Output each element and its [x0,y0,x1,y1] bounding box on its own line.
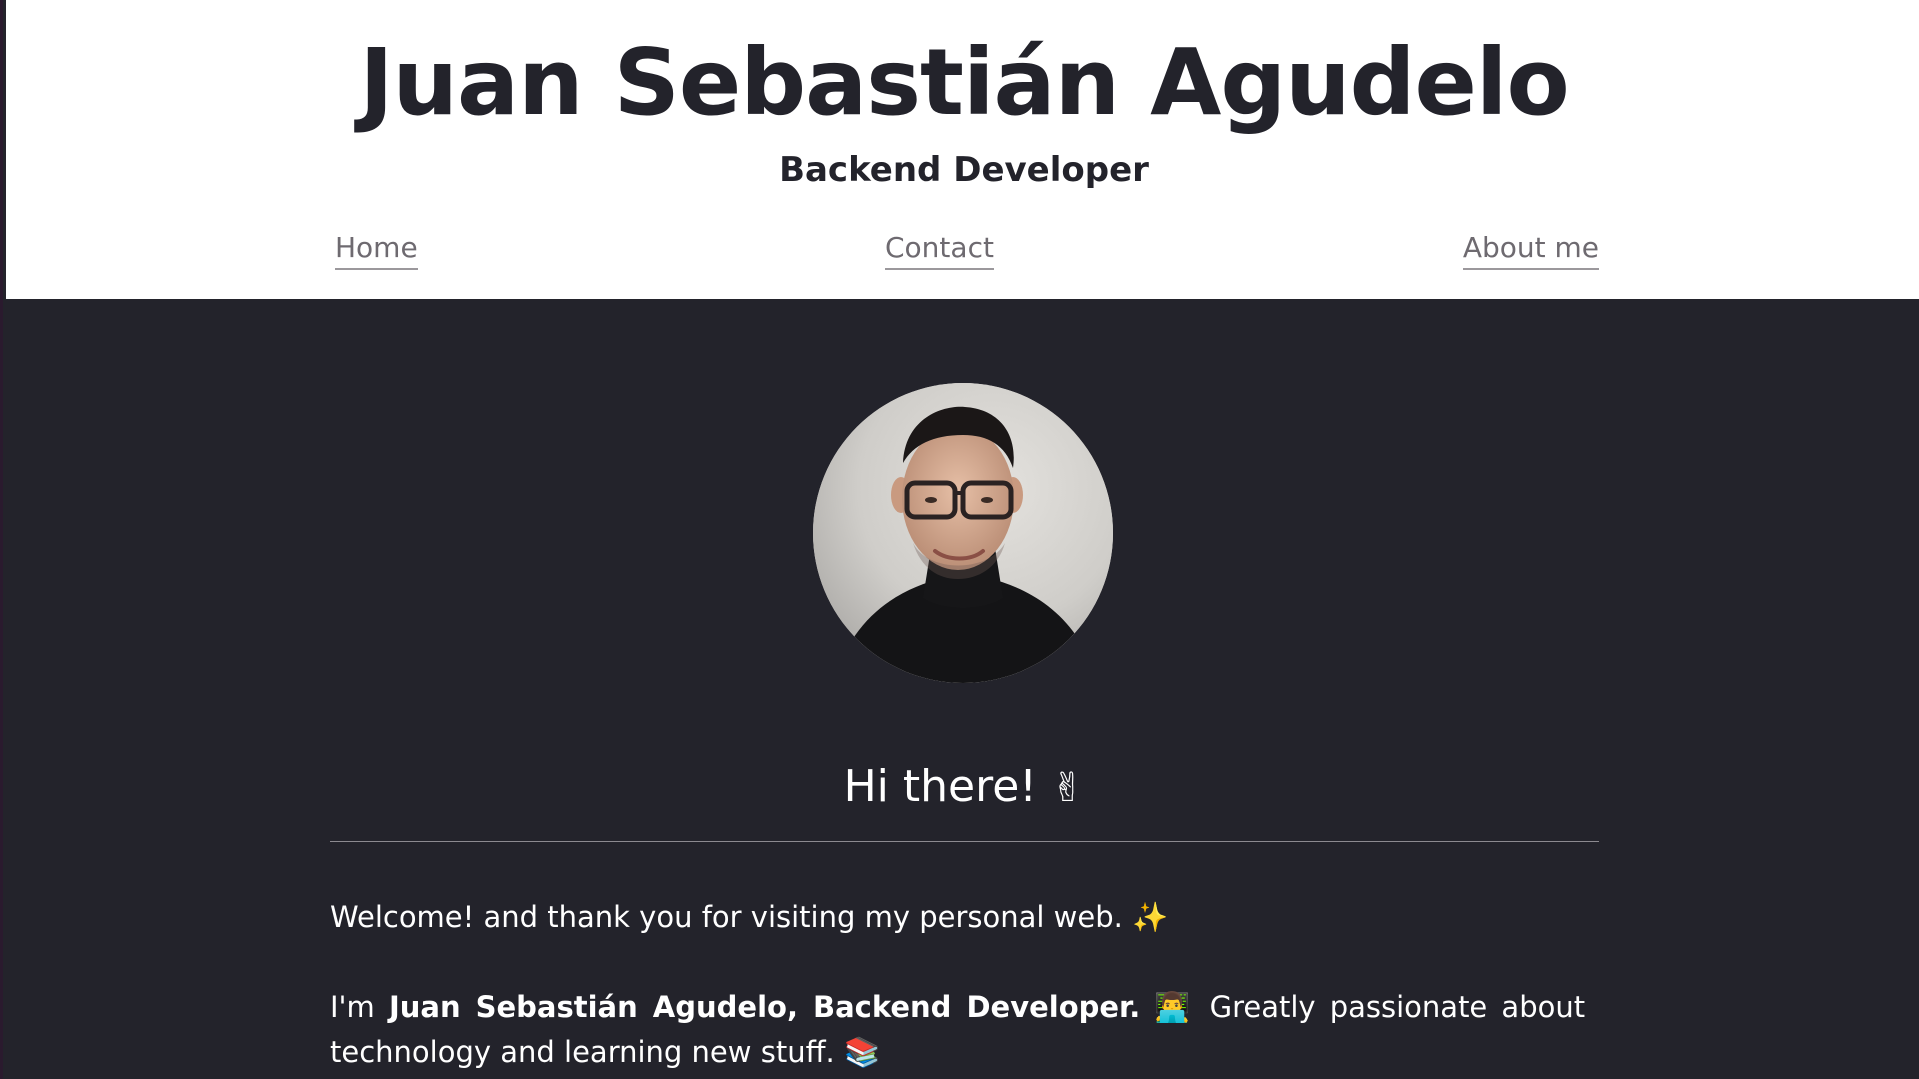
intro-prefix: I'm [330,990,375,1024]
main-content: Hi there! ✌ Welcome! and thank you for v… [6,299,1919,1079]
welcome-paragraph: Welcome! and thank you for visiting my p… [330,895,1590,940]
site-header: Juan Sebastián Agudelo Backend Developer… [6,0,1919,299]
books-icon: 📚 [844,1035,881,1069]
technologist-icon: 👨‍💻 [1154,990,1196,1024]
intro-bold: Juan Sebastián Agudelo, Backend Develope… [388,990,1141,1024]
profile-photo [813,383,1113,683]
intro-paragraph: I'm Juan Sebastián Agudelo, Backend Deve… [330,985,1590,1075]
avatar [813,383,1113,683]
greeting-heading: Hi there! ✌ [6,757,1919,818]
sparkles-icon: ✨ [1132,900,1169,934]
nav-link-home[interactable]: Home [335,228,418,270]
main-nav: Home Contact About me [331,228,1599,272]
victory-hand-icon: ✌ [1050,765,1085,811]
divider [330,841,1599,842]
nav-link-about-me[interactable]: About me [1462,228,1599,270]
page: Juan Sebastián Agudelo Backend Developer… [0,0,1919,1079]
site-title: Juan Sebastián Agudelo [359,29,1569,136]
welcome-text: Welcome! and thank you for visiting my p… [330,900,1123,934]
site-subtitle: Backend Developer [779,150,1149,190]
nav-link-contact[interactable]: Contact [885,228,994,270]
greeting-text: Hi there! [843,761,1037,812]
